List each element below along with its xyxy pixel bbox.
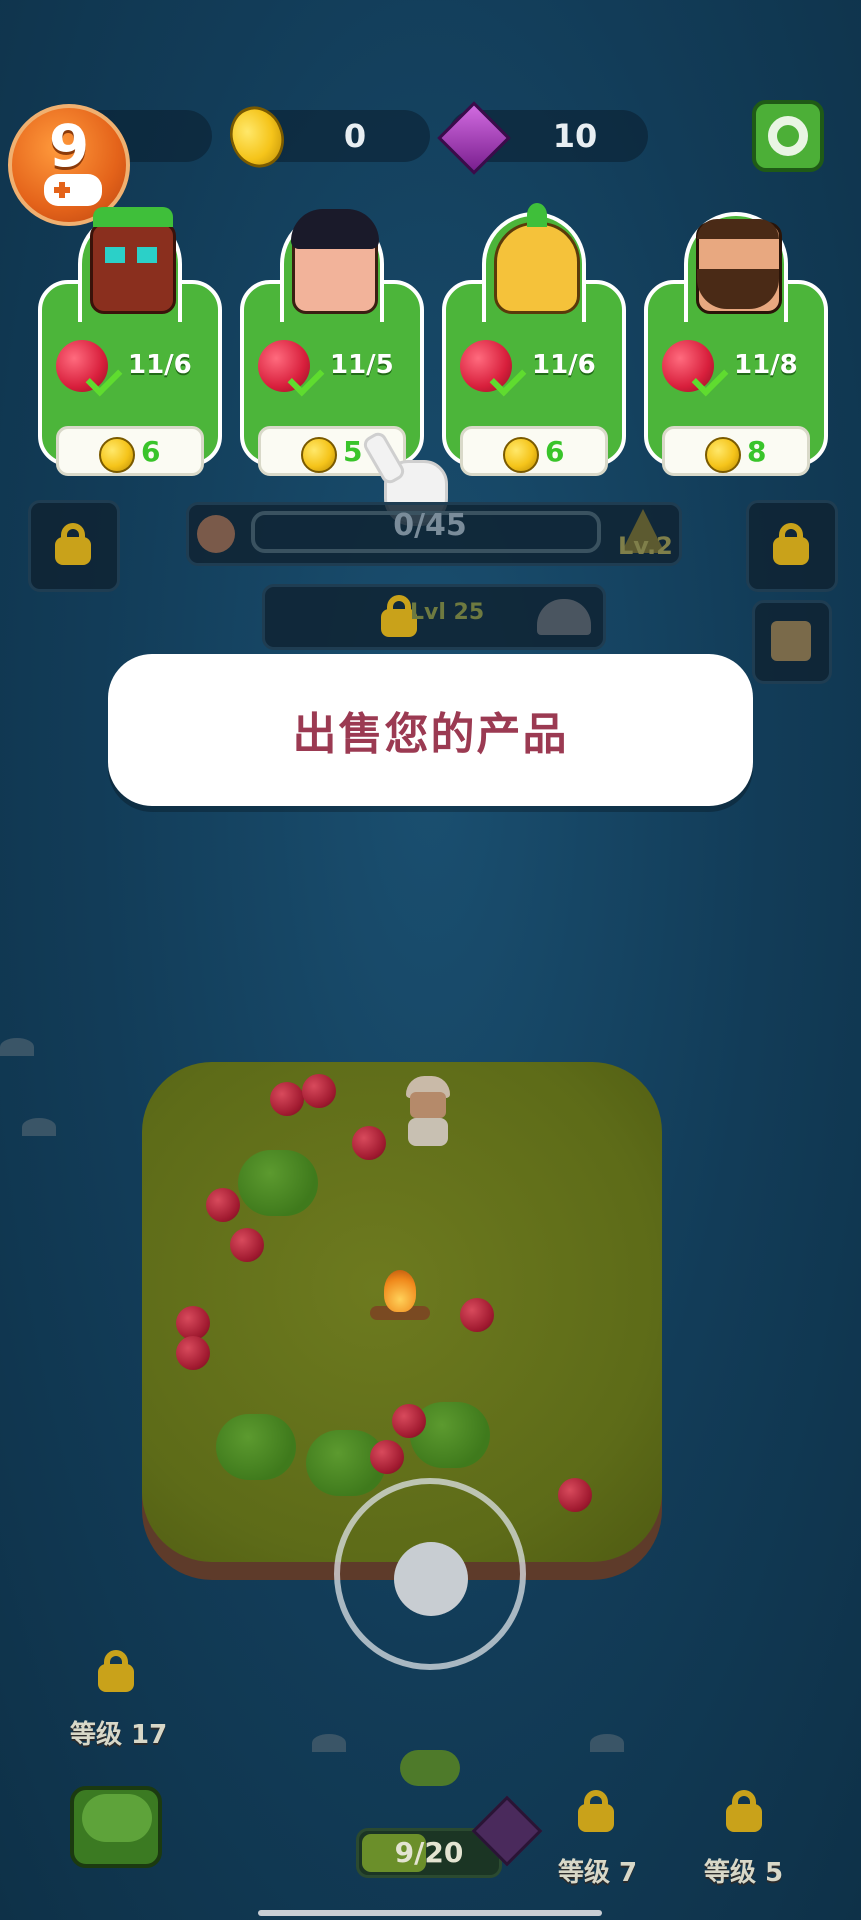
card-price-box: 8 <box>662 426 810 476</box>
left-locked-slot[interactable] <box>28 500 120 592</box>
customer-card-4[interactable]: 11/8 8 <box>644 212 828 476</box>
customer-card-3[interactable]: 11/6 6 <box>442 203 626 476</box>
raspberry-item[interactable] <box>558 1478 592 1512</box>
customers-avatar-icon <box>197 515 235 553</box>
player-level-number: 9 <box>48 112 90 180</box>
add-land-icon[interactable] <box>400 1750 460 1786</box>
card-price-box: 6 <box>56 426 204 476</box>
raspberry-item[interactable] <box>352 1126 386 1160</box>
raspberry-item[interactable] <box>230 1228 264 1262</box>
raspberry-item[interactable] <box>302 1074 336 1108</box>
card-price-box: 6 <box>460 426 608 476</box>
raspberry-item[interactable] <box>270 1082 304 1116</box>
campfire <box>370 1266 430 1326</box>
mid-lock-level-label: 等级 7 <box>558 1858 638 1888</box>
raspberry-item[interactable] <box>176 1336 210 1370</box>
raspberry-item[interactable] <box>460 1298 494 1332</box>
card-requirement: 11/6 <box>532 350 596 380</box>
pineapple-head-face-icon <box>494 203 580 314</box>
settings-button[interactable] <box>752 100 824 172</box>
lock-icon <box>96 1650 136 1692</box>
curly-hair-face-icon <box>291 209 379 314</box>
player-character <box>402 1076 454 1148</box>
right-lock-level-label: 等级 5 <box>704 1858 784 1888</box>
coin-icon <box>705 437 741 473</box>
customer-card-1[interactable]: 11/6 6 <box>38 207 222 476</box>
shark-fin-icon <box>312 1734 346 1752</box>
joystick-knob[interactable] <box>394 1542 468 1616</box>
coin-icon <box>301 437 337 473</box>
raspberry-bush[interactable] <box>238 1150 318 1216</box>
tutorial-tooltip: 出售您的产品 <box>108 654 753 806</box>
tooltip-text: 出售您的产品 <box>292 709 569 760</box>
card-price: 6 <box>545 435 565 468</box>
gem-count: 10 <box>552 117 598 155</box>
raspberry-bush[interactable] <box>216 1414 296 1480</box>
lock-icon <box>724 1790 764 1832</box>
flame-icon <box>384 1270 416 1312</box>
card-requirement: 11/8 <box>734 350 798 380</box>
shark-fin-icon <box>0 1038 34 1056</box>
shark-fin-icon <box>590 1734 624 1752</box>
raspberry-item[interactable] <box>206 1188 240 1222</box>
raspberry-item[interactable] <box>370 1440 404 1474</box>
gamepad-icon <box>44 174 102 206</box>
left-lock-level-label: 等级 17 <box>70 1720 168 1750</box>
lock-icon <box>771 523 811 565</box>
shark-fin-icon <box>22 1118 56 1136</box>
tiki-mask-face-icon <box>90 207 176 314</box>
coin-count: 0 <box>343 117 367 155</box>
land-expand-button[interactable] <box>70 1786 162 1868</box>
lock-icon <box>576 1790 616 1832</box>
bearded-man-face-icon <box>696 219 782 314</box>
crate-slot[interactable] <box>752 600 832 684</box>
camp-level-tag: Lv.2 <box>618 532 673 560</box>
coin-icon <box>503 437 539 473</box>
right-locked-slot[interactable] <box>746 500 838 592</box>
home-indicator <box>258 1910 602 1916</box>
crate-icon <box>771 621 811 661</box>
lock-icon <box>53 523 93 565</box>
card-price: 8 <box>747 435 767 468</box>
card-price: 6 <box>141 435 161 468</box>
card-requirement: 11/5 <box>330 350 394 380</box>
rock-tent-icon <box>537 599 591 635</box>
card-requirement: 11/6 <box>128 350 192 380</box>
card-price: 5 <box>343 435 363 468</box>
raspberry-item[interactable] <box>176 1306 210 1340</box>
camp-progress-text: 0/45 <box>393 508 467 543</box>
raspberry-item[interactable] <box>392 1404 426 1438</box>
gear-icon <box>768 116 808 156</box>
coin-icon <box>99 437 135 473</box>
unlock-level-text: Lvl 25 <box>410 600 485 625</box>
